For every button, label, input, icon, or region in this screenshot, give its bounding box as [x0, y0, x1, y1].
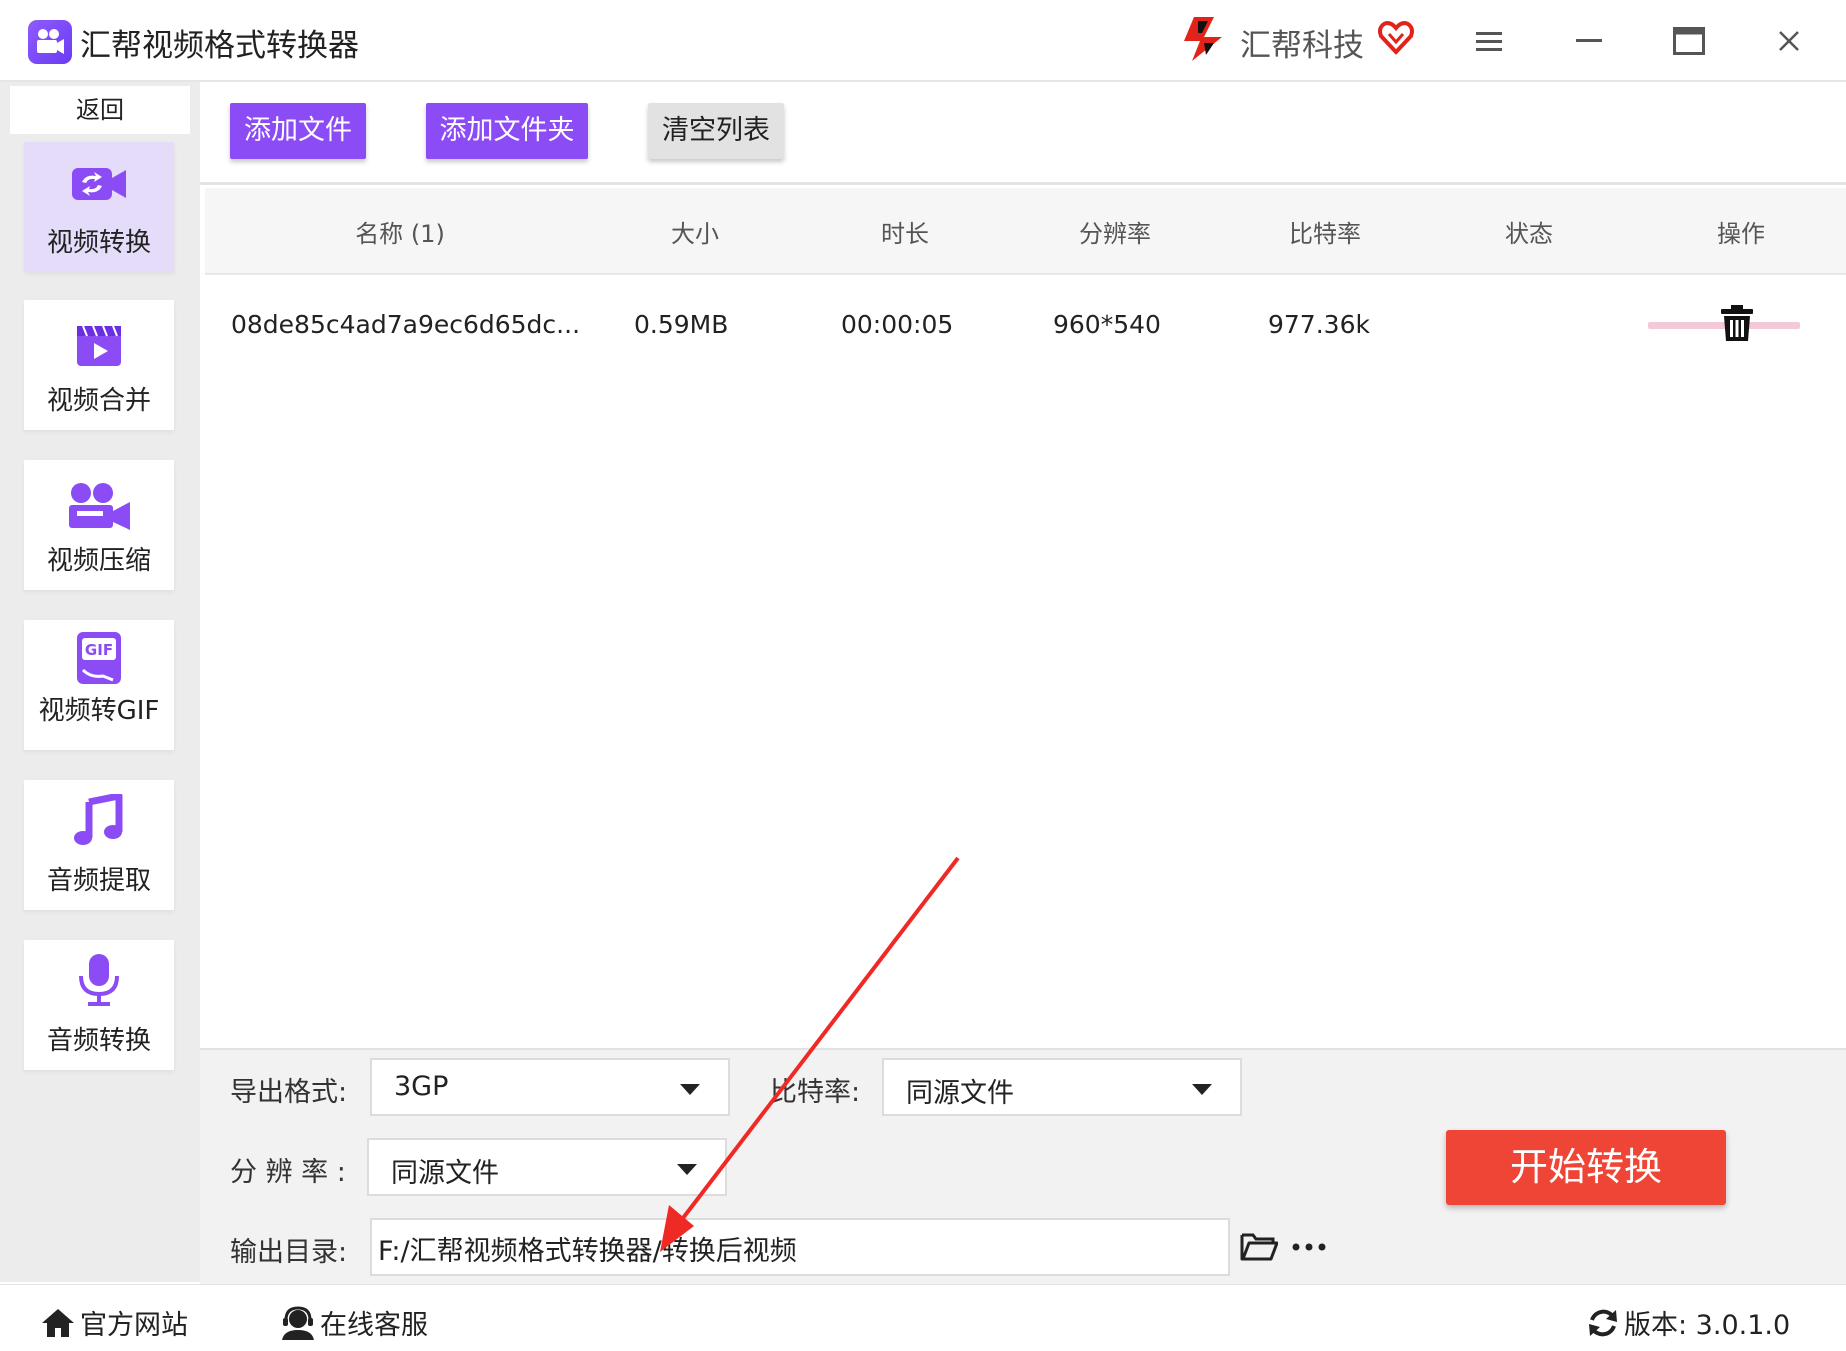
file-bitrate-cell: 977.36k [1268, 310, 1370, 339]
close-icon[interactable] [1766, 18, 1812, 64]
table-row[interactable]: 08de85c4ad7a9ec6d65dc... 0.59MB 00:00:05… [205, 290, 1846, 360]
online-support-label: 在线客服 [320, 1310, 428, 1341]
refresh-icon [1589, 1309, 1617, 1336]
sidebar-item-video-compress[interactable]: 视频压缩 [24, 460, 174, 590]
format-label: 导出格式: [230, 1077, 348, 1108]
svg-text:GIF: GIF [85, 641, 113, 659]
format-select-value: 3GP [394, 1071, 449, 1102]
menu-icon[interactable] [1466, 18, 1512, 64]
official-website-label: 官方网站 [80, 1310, 188, 1341]
resolution-label: 分 辨 率 : [230, 1157, 346, 1188]
add-folder-button[interactable]: 添加文件夹 [426, 103, 588, 159]
more-options-icon[interactable] [1292, 1238, 1326, 1257]
sidebar-item-label: 视频转换 [46, 228, 151, 258]
folder-open-icon[interactable] [1240, 1230, 1279, 1266]
bitrate-select-value: 同源文件 [906, 1078, 1014, 1109]
sidebar: 返回 视频转换 视频合并 视频压缩 GIF 视频转GIF 音频提取 音频转换 [0, 82, 200, 1282]
version-label: 版本: 3.0.1.0 [1624, 1310, 1791, 1341]
status-bar: 官方网站 在线客服 版本: 3.0.1.0 [0, 1284, 1846, 1351]
version-info[interactable]: 版本: 3.0.1.0 [1586, 1303, 1790, 1342]
column-header-bitrate[interactable]: 比特率 [1270, 214, 1380, 249]
minimize-icon[interactable] [1566, 18, 1612, 64]
sidebar-item-label: 音频转换 [46, 1026, 151, 1056]
output-dir-label: 输出目录: [230, 1237, 348, 1268]
clear-list-button[interactable]: 清空列表 [648, 103, 784, 159]
video-convert-icon [72, 168, 126, 200]
brand-name: 汇帮科技 [1240, 28, 1364, 64]
customer-service-icon [282, 1305, 314, 1340]
official-website-link[interactable]: 官方网站 [40, 1303, 188, 1342]
bitrate-select[interactable]: 同源文件 [882, 1058, 1242, 1116]
music-note-icon [74, 794, 123, 845]
online-support-link[interactable]: 在线客服 [280, 1303, 428, 1342]
sidebar-item-label: 视频合并 [46, 386, 151, 416]
file-name-cell: 08de85c4ad7a9ec6d65dc... [231, 310, 581, 339]
video-merge-icon [77, 325, 121, 366]
vip-heart-icon[interactable] [1376, 18, 1416, 62]
sidebar-item-video-merge[interactable]: 视频合并 [24, 300, 174, 430]
column-header-name[interactable]: 名称 (1) [335, 214, 465, 249]
home-icon [42, 1308, 74, 1337]
resolution-select[interactable]: 同源文件 [367, 1138, 727, 1196]
brand-logo-icon [1178, 15, 1230, 67]
sidebar-item-label: 音频提取 [46, 866, 151, 896]
format-select[interactable]: 3GP [370, 1058, 730, 1116]
column-header-size[interactable]: 大小 [645, 214, 745, 249]
column-header-status: 状态 [1505, 220, 1553, 248]
maximize-icon[interactable] [1666, 18, 1712, 64]
column-header-resolution[interactable]: 分辨率 [1060, 214, 1170, 249]
gif-icon: GIF [77, 632, 121, 684]
sidebar-item-label: 视频转GIF [38, 696, 160, 726]
trash-icon[interactable] [1720, 304, 1754, 346]
file-size-cell: 0.59MB [634, 310, 729, 339]
chevron-down-icon [677, 1164, 697, 1175]
app-logo-icon [28, 20, 72, 64]
resolution-select-value: 同源文件 [391, 1158, 499, 1189]
chevron-down-icon [1192, 1084, 1212, 1095]
sidebar-item-label: 视频压缩 [46, 546, 151, 576]
sidebar-item-video-gif[interactable]: GIF 视频转GIF [24, 620, 174, 750]
chevron-down-icon [680, 1084, 700, 1095]
start-convert-button[interactable]: 开始转换 [1446, 1130, 1726, 1205]
file-duration-cell: 00:00:05 [841, 310, 954, 339]
output-path-field[interactable]: F:/汇帮视频格式转换器/转换后视频 [370, 1218, 1230, 1276]
title-bar: 汇帮视频格式转换器 汇帮科技 [0, 0, 1846, 82]
file-resolution-cell: 960*540 [1053, 310, 1161, 339]
add-file-button[interactable]: 添加文件 [230, 103, 366, 159]
app-title: 汇帮视频格式转换器 [80, 28, 359, 64]
sidebar-item-video-convert[interactable]: 视频转换 [24, 142, 174, 272]
bitrate-label: 比特率: [770, 1077, 861, 1108]
sidebar-item-audio-extract[interactable]: 音频提取 [24, 780, 174, 910]
sidebar-item-audio-convert[interactable]: 音频转换 [24, 940, 174, 1070]
table-header: 名称 (1) 大小 时长 分辨率 比特率 状态 操作 [205, 188, 1846, 275]
column-header-actions: 操作 [1717, 220, 1765, 248]
column-header-duration[interactable]: 时长 [855, 214, 955, 249]
microphone-icon [79, 954, 119, 1006]
back-button[interactable]: 返回 [10, 86, 190, 134]
video-compress-icon [69, 483, 130, 530]
